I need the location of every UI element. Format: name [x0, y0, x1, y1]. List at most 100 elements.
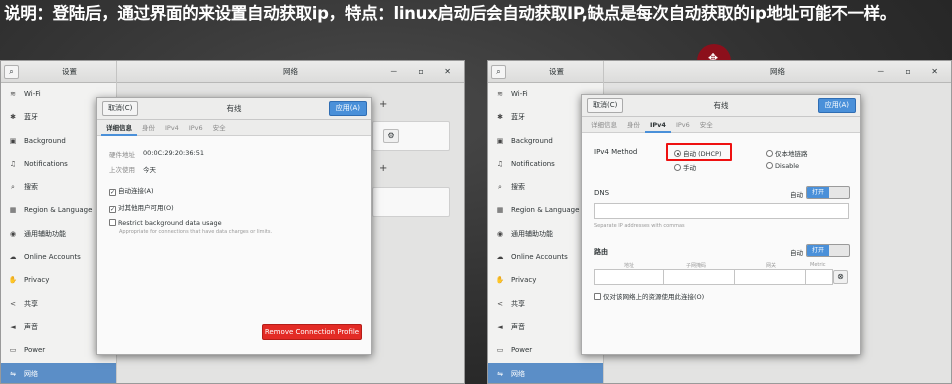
sound-icon: ◄ [10, 322, 16, 331]
unchecked-box-icon [109, 219, 116, 226]
radio-empty-icon [766, 162, 773, 169]
sidebar-item-label: 网络 [511, 369, 525, 378]
keyboard-icon: ▦ [496, 206, 504, 215]
manual-label: 手动 [683, 164, 696, 172]
window-controls[interactable]: － ▫ ✕ [390, 61, 460, 83]
window-controls[interactable]: － ▫ ✕ [877, 61, 947, 83]
search-icon[interactable]: ⌕ [491, 65, 506, 79]
dialog-tab[interactable]: IPv4 [160, 120, 184, 136]
slide-caption: 说明：登陆后，通过界面的来设置自动获取ip，特点：linux启动后会自动获取IP… [4, 4, 897, 23]
route-metric-input[interactable] [805, 269, 833, 285]
sidebar-item-label: 共享 [511, 299, 525, 308]
route-col-gateway: 网关 [766, 263, 777, 269]
ipv4-method-label: IPv4 Method [594, 148, 638, 156]
sidebar-item-label: 蓝牙 [511, 113, 525, 122]
routes-auto-label: 自动 [790, 249, 803, 257]
dialog-tab[interactable]: 身份 [622, 117, 645, 133]
dialog-tab[interactable]: 详细信息 [101, 120, 137, 136]
route-address-input[interactable] [594, 269, 664, 285]
auto-connect-checkbox[interactable]: ✓ 自动连接(A) [109, 185, 154, 196]
privacy-icon: ✋ [8, 276, 18, 285]
routes-label: 路由 [594, 248, 608, 256]
wired-dialog: 取消(C) 有线 应用(A) 详细信息 身份 IPv4 IPv6 安全 IPv4 Met… [581, 94, 861, 355]
sidebar-item-label: Power [24, 346, 46, 355]
settings-window-right: ⌕ 设置 网络 － ▫ ✕ ≋ Wi-Fi ✱ 蓝牙 ▣ Background ♫ Notif… [487, 60, 952, 384]
apply-button[interactable]: 应用(A) [817, 98, 856, 113]
privacy-icon: ✋ [495, 276, 505, 285]
dialog-tab[interactable]: IPv4 [645, 117, 671, 133]
delete-route-icon[interactable]: ⊗ [833, 270, 848, 284]
keyboard-icon: ▦ [9, 206, 17, 215]
sidebar-item-label: Power [511, 346, 533, 355]
only-local-checkbox[interactable]: 仅对该网络上的资源使用此连接(O) [594, 291, 704, 301]
share-icon: < [10, 299, 16, 308]
dhcp-label: 自动 (DHCP) [683, 150, 722, 158]
sidebar-item-label: 通用辅助功能 [511, 229, 553, 238]
background-icon: ▣ [9, 136, 17, 145]
routes-auto-toggle[interactable]: 打开 [806, 244, 850, 257]
dialog-tab[interactable]: 详细信息 [586, 117, 622, 133]
sidebar-item-label: Online Accounts [24, 253, 81, 262]
proxy-card [372, 187, 450, 217]
apply-button[interactable]: 应用(A) [328, 101, 367, 116]
hw-address-label: 硬件地址 [109, 151, 135, 159]
manual-radio[interactable]: 手动 [674, 162, 696, 172]
add-vpn-icon[interactable]: + [379, 163, 387, 174]
sidebar-item-label: Region & Language [24, 206, 93, 215]
sidebar-item-label: Background [24, 136, 66, 145]
power-icon: ▭ [496, 346, 504, 355]
sidebar-item-label: 搜索 [511, 183, 525, 192]
sidebar-item-label: 网络 [24, 369, 38, 378]
route-gateway-input[interactable] [734, 269, 806, 285]
dhcp-radio[interactable]: 自动 (DHCP) [674, 148, 722, 158]
radio-empty-icon [674, 164, 681, 171]
sidebar-item-label: 共享 [24, 299, 38, 308]
bluetooth-icon: ✱ [10, 113, 16, 122]
toggle-on-label: 打开 [807, 187, 829, 198]
search-icon[interactable]: ⌕ [4, 65, 19, 79]
online-accounts-icon: ☁ [496, 253, 504, 262]
dialog-tab[interactable]: IPv6 [671, 117, 695, 133]
gear-icon[interactable]: ⚙ [383, 129, 399, 143]
sidebar-item[interactable]: ⇋ 网络 [488, 362, 603, 383]
sidebar-item[interactable]: ⇋ 网络 [1, 362, 116, 383]
dialog-header: 取消(C) 有线 应用(A) [97, 98, 371, 120]
restrict-data-label: Restrict background data usage [118, 219, 222, 227]
dns-auto-toggle[interactable]: 打开 [806, 186, 850, 199]
dialog-tabs: 详细信息 身份 IPv4 IPv6 安全 [97, 120, 371, 136]
route-col-address: 地址 [624, 263, 635, 269]
auto-connect-label: 自动连接(A) [118, 187, 154, 195]
sidebar-item-label: Privacy [511, 276, 537, 285]
disable-radio[interactable]: Disable [766, 162, 799, 170]
dialog-tab[interactable]: IPv6 [184, 120, 208, 136]
dns-input[interactable] [594, 203, 849, 219]
sidebar-item-label: Online Accounts [511, 253, 568, 262]
sound-icon: ◄ [497, 322, 503, 331]
only-local-label: 仅对该网络上的资源使用此连接(O) [603, 293, 705, 301]
disable-label: Disable [775, 162, 800, 170]
sidebar-item-label: 蓝牙 [24, 113, 38, 122]
link-local-radio[interactable]: 仅本地链路 [766, 148, 808, 158]
unchecked-box-icon [594, 293, 601, 300]
all-users-label: 对其他用户可用(O) [118, 204, 174, 212]
dns-label: DNS [594, 189, 610, 197]
bell-icon: ♫ [9, 159, 17, 168]
dialog-tab[interactable]: 安全 [695, 117, 718, 133]
power-icon: ▭ [9, 346, 17, 355]
dns-hint: Separate IP addresses with commas [594, 223, 685, 229]
network-icon: ⇋ [10, 369, 16, 378]
route-netmask-input[interactable] [663, 269, 735, 285]
sidebar-item-label: 声音 [24, 322, 38, 331]
last-used-label: 上次使用 [109, 166, 135, 174]
remove-connection-profile-button[interactable]: Remove Connection Profile [262, 324, 362, 340]
dialog-header: 取消(C) 有线 应用(A) [582, 95, 860, 117]
sidebar-item-label: Region & Language [511, 206, 580, 215]
restrict-data-checkbox[interactable]: Restrict background data usage [109, 219, 222, 227]
hw-address-value: 00:0C:29:20:36:51 [143, 149, 204, 157]
sidebar-title: 设置 [23, 61, 117, 83]
all-users-checkbox[interactable]: ✓ 对其他用户可用(O) [109, 202, 174, 213]
dialog-tab[interactable]: 身份 [137, 120, 160, 136]
add-connection-icon[interactable]: + [379, 99, 387, 110]
radio-empty-icon [766, 150, 773, 157]
dialog-tab[interactable]: 安全 [208, 120, 231, 136]
